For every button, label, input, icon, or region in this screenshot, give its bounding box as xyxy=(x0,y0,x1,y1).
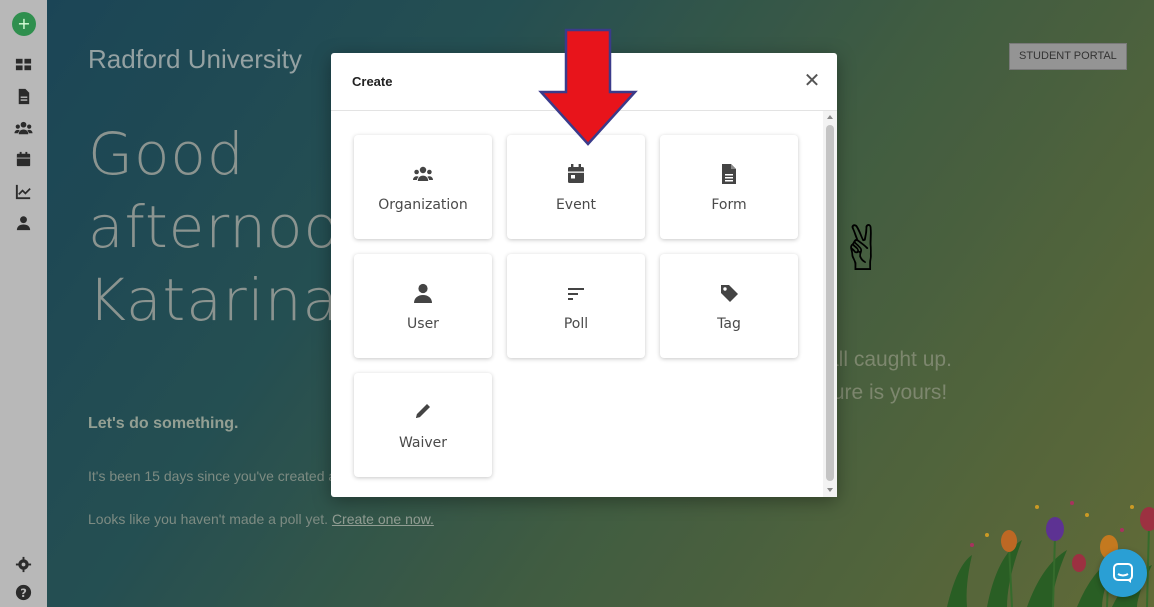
card-label: Organization xyxy=(378,197,468,213)
caught-up-message: all caught up. ture is yours! xyxy=(827,343,952,409)
tag-icon xyxy=(719,282,739,304)
create-form-card[interactable]: Form xyxy=(660,135,798,239)
left-sidebar: + ? xyxy=(0,0,47,607)
modal-title: Create xyxy=(352,74,393,89)
add-button[interactable]: + xyxy=(12,12,36,36)
groups-icon xyxy=(413,163,433,185)
card-label: Waiver xyxy=(398,435,448,451)
card-label: User xyxy=(407,316,439,332)
modal-body: Organization Event Form User Poll Tag Wa… xyxy=(331,111,837,497)
scroll-down-arrow[interactable] xyxy=(827,488,833,492)
user-icon[interactable] xyxy=(14,214,33,233)
poll-reminder: Looks like you haven't made a poll yet. … xyxy=(88,511,434,527)
poll-reminder-text: Looks like you haven't made a poll yet. xyxy=(88,511,329,527)
calendar-icon xyxy=(566,163,586,185)
analytics-icon[interactable] xyxy=(14,182,33,201)
card-label: Tag xyxy=(717,316,741,332)
caught-up-line: ture is yours! xyxy=(827,381,948,404)
create-tag-card[interactable]: Tag xyxy=(660,254,798,358)
help-icon[interactable]: ? xyxy=(14,583,33,602)
close-icon[interactable]: ✕ xyxy=(801,69,823,91)
university-title: Radford University xyxy=(88,44,302,74)
create-event-card[interactable]: Event xyxy=(507,135,645,239)
create-poll-link[interactable]: Create one now. xyxy=(332,511,434,527)
user-icon xyxy=(413,282,433,304)
svg-text:?: ? xyxy=(20,586,27,600)
pencil-icon xyxy=(413,401,433,423)
chat-icon xyxy=(1113,563,1133,583)
student-portal-button[interactable]: STUDENT PORTAL xyxy=(1009,43,1127,70)
dashboard-icon[interactable] xyxy=(14,55,33,74)
document-icon xyxy=(719,163,739,185)
card-label: Event xyxy=(555,197,597,213)
settings-icon[interactable] xyxy=(14,555,33,574)
scroll-up-arrow[interactable] xyxy=(827,115,833,119)
activity-heading: Let's do something. xyxy=(88,415,239,432)
red-arrow-annotation xyxy=(538,28,638,146)
document-icon[interactable] xyxy=(14,87,33,106)
peace-emoji: ✌ xyxy=(837,212,889,285)
create-waiver-card[interactable]: Waiver xyxy=(354,373,492,477)
create-organization-card[interactable]: Organization xyxy=(354,135,492,239)
calendar-icon[interactable] xyxy=(14,150,33,169)
create-poll-card[interactable]: Poll xyxy=(507,254,645,358)
card-label: Form xyxy=(711,197,747,213)
create-user-card[interactable]: User xyxy=(354,254,492,358)
caught-up-line: all caught up. xyxy=(827,348,952,371)
scroll-thumb[interactable] xyxy=(826,125,834,481)
poll-icon xyxy=(566,282,586,304)
modal-scrollbar[interactable] xyxy=(823,111,837,497)
groups-icon[interactable] xyxy=(14,119,33,138)
chat-launcher-button[interactable] xyxy=(1099,549,1147,597)
card-label: Poll xyxy=(563,316,589,332)
